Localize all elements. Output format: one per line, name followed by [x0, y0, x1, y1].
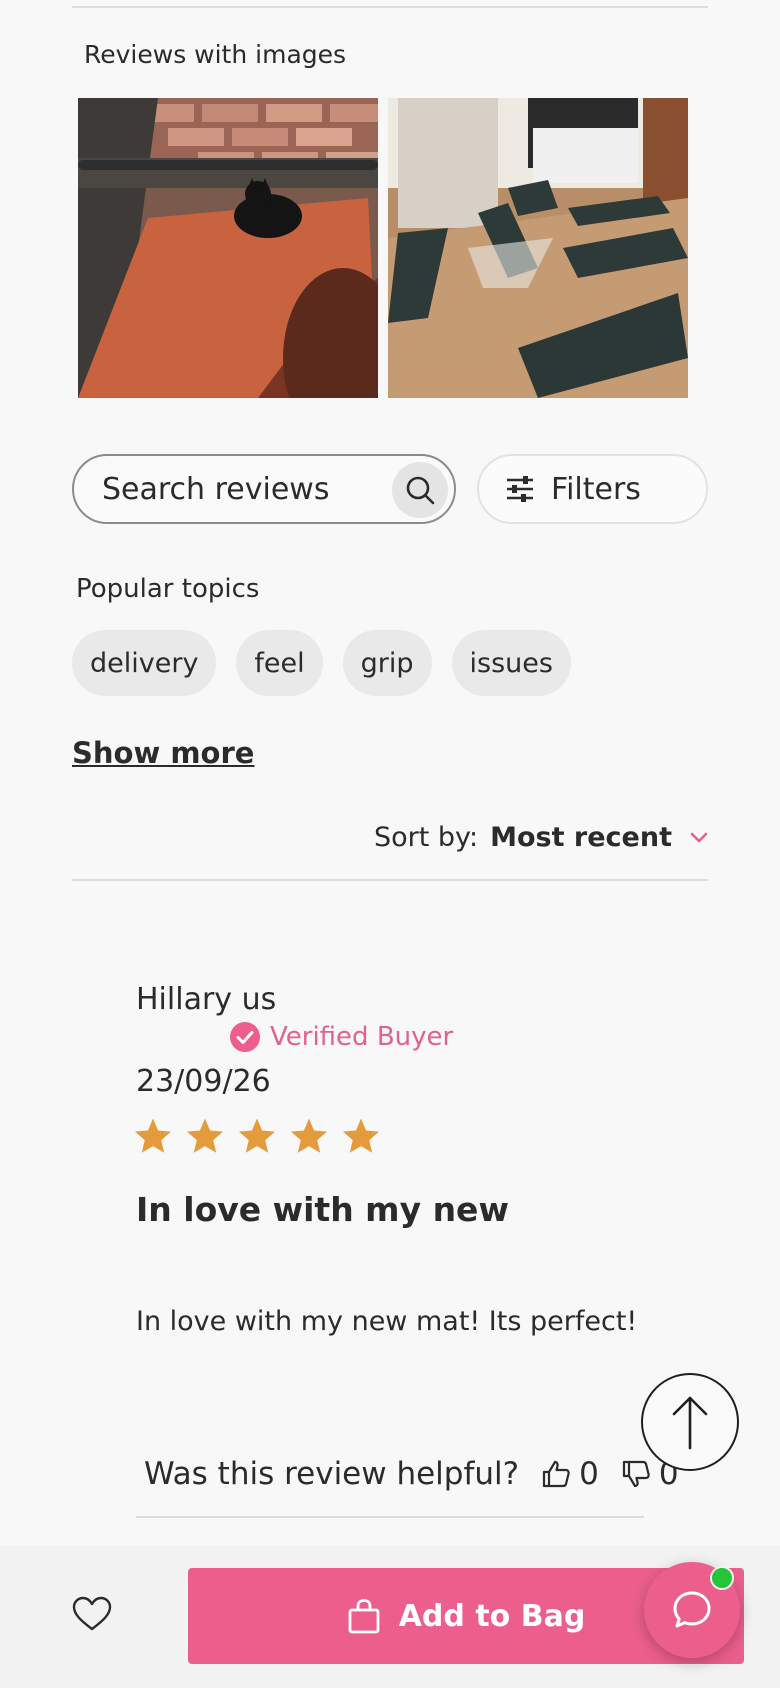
topic-chip-feel[interactable]: feel [236, 630, 323, 696]
star-icon [290, 1118, 328, 1153]
search-button[interactable] [392, 462, 448, 518]
thumbs-up-icon [543, 1460, 570, 1488]
online-status-dot [710, 1566, 734, 1590]
chevron-down-icon [690, 832, 708, 842]
topic-chip-delivery[interactable]: delivery [72, 630, 217, 696]
star-icon [134, 1118, 172, 1153]
top-divider [72, 6, 708, 8]
sort-dropdown[interactable]: Sort by: Most recent [374, 822, 708, 853]
review-title: In love with my new [136, 1190, 509, 1229]
sort-value: Most recent [490, 822, 672, 853]
search-reviews-box [72, 454, 456, 524]
scroll-to-top-button[interactable] [641, 1373, 739, 1471]
search-input[interactable] [102, 456, 372, 522]
helpful-row: Was this review helpful? 0 0 [144, 1456, 679, 1492]
thumbs-down-icon [622, 1460, 650, 1488]
filters-button[interactable]: Filters [477, 454, 708, 524]
heart-icon [72, 1596, 112, 1631]
topic-chips: delivery feel grip issues [72, 630, 571, 696]
review-image-1[interactable] [78, 98, 378, 398]
check-circle-icon [230, 1022, 260, 1052]
review-body: In love with my new mat! Its perfect! [136, 1306, 638, 1337]
sliders-icon [507, 476, 533, 502]
star-rating [132, 1116, 382, 1158]
chat-bubble-icon [673, 1591, 711, 1628]
add-to-bag-label: Add to Bag [398, 1598, 586, 1634]
review-divider [136, 1516, 644, 1518]
review-images-gallery [78, 98, 688, 398]
sort-label: Sort by: [373, 822, 479, 853]
star-icon [186, 1118, 224, 1153]
star-icon [238, 1118, 276, 1153]
review-date: 23/09/26 [136, 1064, 271, 1099]
verified-buyer-label: Verified Buyer [270, 1022, 454, 1052]
search-icon [406, 476, 435, 505]
sort-divider [72, 879, 708, 881]
verified-buyer-badge: Verified Buyer [230, 1022, 453, 1052]
wishlist-button[interactable] [72, 1596, 112, 1636]
shopping-bag-icon [348, 1599, 380, 1634]
helpful-question: Was this review helpful? [144, 1456, 520, 1492]
arrow-up-icon [672, 1396, 708, 1450]
filters-label: Filters [551, 471, 641, 507]
upvote-count: 0 [579, 1456, 599, 1492]
reviewer-name: Hillary us [136, 982, 277, 1017]
topic-chip-grip[interactable]: grip [342, 630, 432, 696]
popular-topics-title: Popular topics [76, 574, 260, 604]
star-icon [342, 1118, 380, 1153]
review-image-2[interactable] [388, 98, 688, 398]
show-more-link[interactable]: Show more [72, 736, 254, 770]
upvote-button[interactable]: 0 [541, 1456, 599, 1492]
reviews-with-images-title: Reviews with images [84, 40, 347, 69]
topic-chip-issues[interactable]: issues [451, 630, 571, 696]
